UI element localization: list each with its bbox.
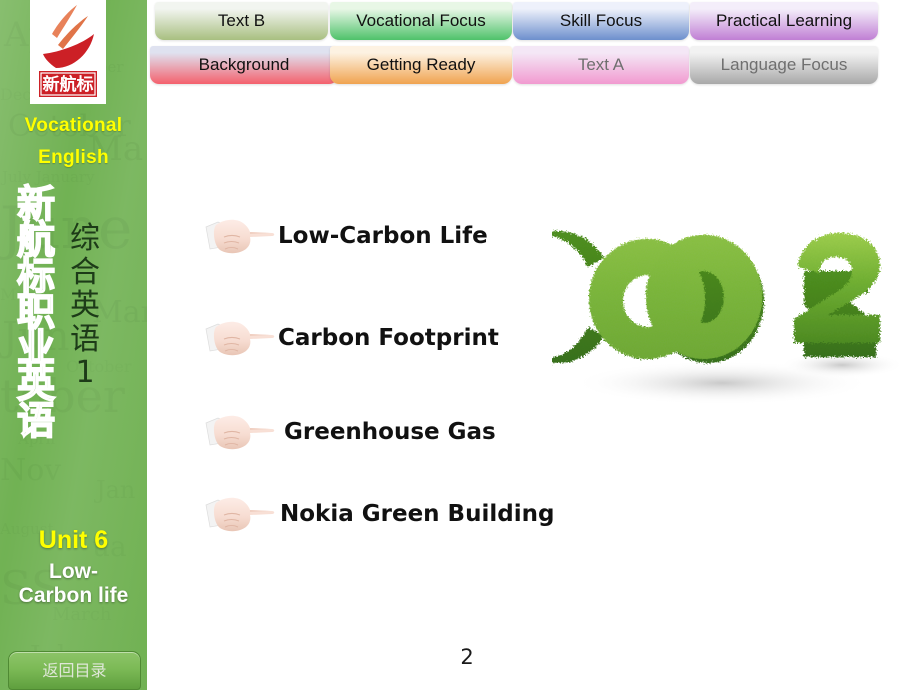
section-tab-bar: Text B Vocational Focus Skill Focus Practic…: [0, 0, 920, 92]
text-line: Low-: [49, 560, 98, 583]
list-item[interactable]: Nokia Green Building: [202, 488, 554, 540]
text-line: 语: [16, 398, 56, 443]
back-to-contents-button[interactable]: 返回目录: [8, 651, 141, 690]
text-line: 业: [16, 326, 56, 371]
pointing-hand-icon: [202, 491, 278, 537]
pointing-hand-icon: [202, 315, 278, 361]
list-item-label: Low-Carbon Life: [278, 223, 488, 249]
svg-text:March: March: [52, 604, 112, 625]
tab-getting-ready[interactable]: Getting Ready: [330, 46, 512, 84]
svg-text:Jan: Jan: [93, 476, 135, 504]
pointing-hand-icon: [202, 213, 278, 259]
sidebar: April September December October Ma July…: [0, 0, 147, 690]
sidebar-title-line2: English: [38, 147, 109, 168]
list-item-label: Carbon Footprint: [278, 325, 499, 351]
sidebar-vertical-dark-text: 综合英语1: [66, 222, 104, 390]
list-item[interactable]: Low-Carbon Life: [202, 210, 488, 262]
tab-practical-learning[interactable]: Practical Learning: [690, 2, 878, 40]
sidebar-vertical-outline-text: 新航标职业英语: [14, 182, 58, 443]
list-item-label: Greenhouse Gas: [284, 419, 496, 445]
list-item-label: Nokia Green Building: [280, 501, 555, 527]
list-item[interactable]: Carbon Footprint: [202, 312, 499, 364]
co2-grass-text-image: [490, 197, 920, 427]
text-line: 航: [16, 218, 56, 263]
text-line: 新: [16, 182, 56, 226]
tab-skill-focus[interactable]: Skill Focus: [513, 2, 689, 40]
page-number: 2: [460, 645, 474, 669]
tab-background[interactable]: Background: [150, 46, 338, 84]
tab-vocational-focus[interactable]: Vocational Focus: [330, 2, 512, 40]
text-line: 综: [70, 221, 100, 256]
unit-label: Unit 6: [38, 526, 109, 554]
text-line: 1: [75, 355, 95, 391]
tab-language-focus[interactable]: Language Focus: [690, 46, 878, 84]
text-line: 职: [16, 290, 56, 335]
slide-content: 2 Low-Carbon Life Carbon Footprint Green…: [147, 92, 920, 690]
list-item[interactable]: Greenhouse Gas: [202, 406, 496, 458]
sidebar-title-line1: Vocational: [24, 115, 123, 136]
text-line: 合: [70, 254, 100, 290]
text-line: 标: [16, 254, 56, 299]
text-line: 英: [16, 362, 56, 407]
text-line: 语: [70, 321, 100, 357]
svg-text:Nov: Nov: [0, 453, 61, 488]
tab-text-a[interactable]: Text A: [513, 46, 689, 84]
pointing-hand-icon: [202, 409, 278, 455]
text-line: Carbon life: [18, 583, 129, 607]
tab-text-b[interactable]: Text B: [155, 2, 328, 40]
unit-subtitle: Low- Carbon life: [0, 560, 147, 607]
text-line: 英: [70, 288, 100, 324]
